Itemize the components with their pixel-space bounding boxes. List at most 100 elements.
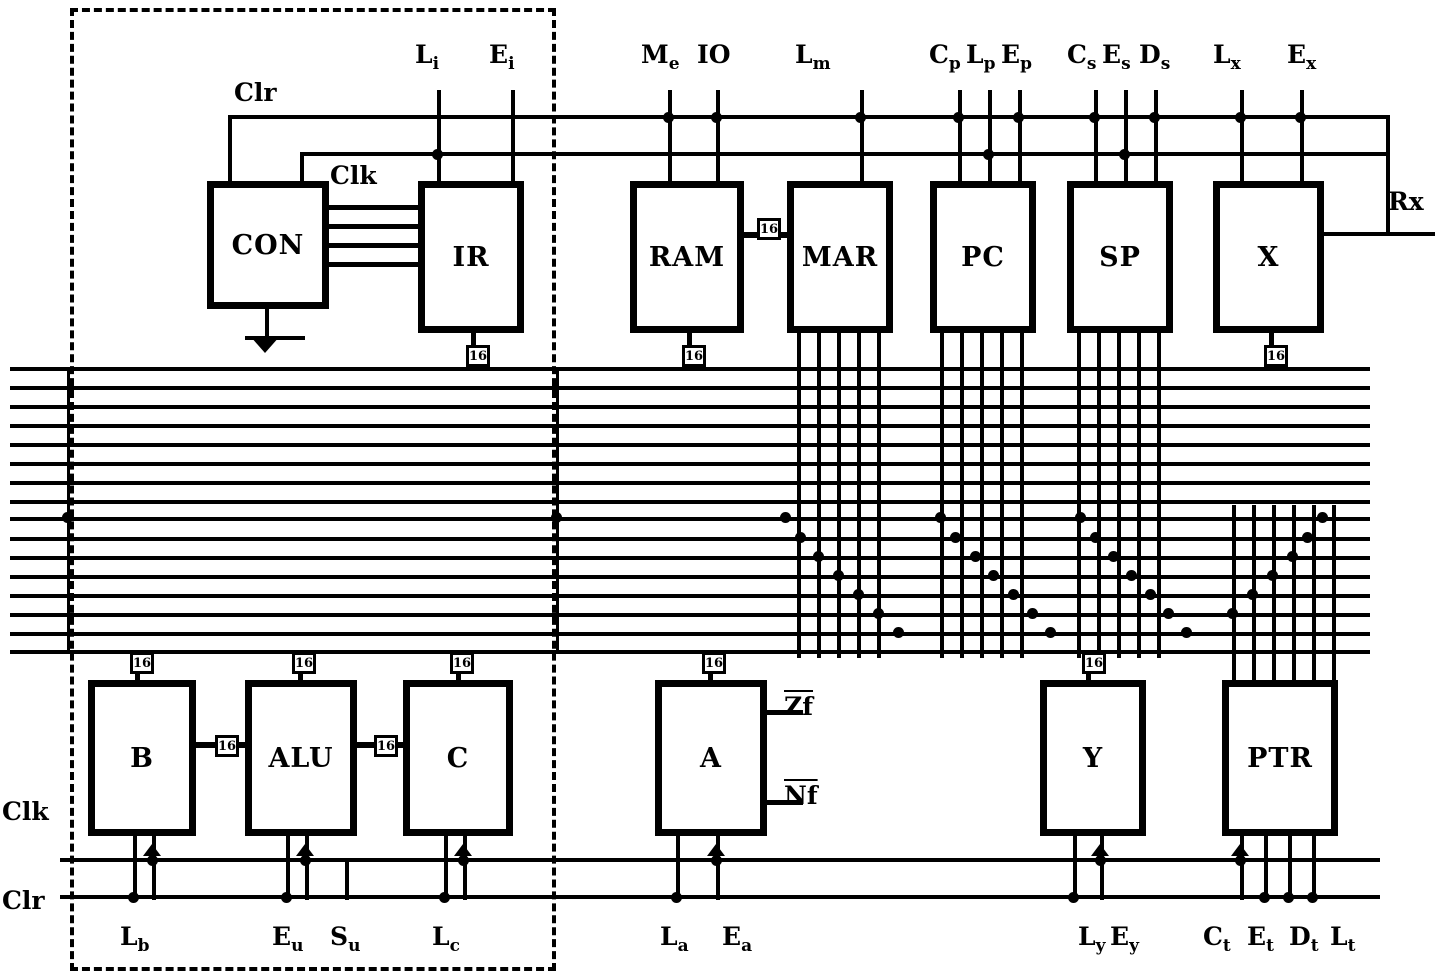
signal-label-lb: Lb (120, 922, 149, 956)
wire-horizontal (1324, 232, 1386, 236)
wire-vertical (716, 90, 720, 181)
signal-subscript: p (983, 54, 996, 74)
signal-label-ei: Ei (489, 40, 515, 74)
wire-vertical (1117, 333, 1121, 658)
signal-base: L (1330, 922, 1348, 951)
wire-horizontal (300, 152, 1388, 156)
block-b[interactable]: B (88, 680, 196, 836)
block-label-c: C (446, 742, 470, 774)
signal-label-ds: Ds (1139, 40, 1170, 74)
clock-arrow (296, 844, 314, 856)
wire-horizontal (10, 386, 1370, 390)
junction-dot (128, 892, 139, 903)
wire-vertical (940, 333, 944, 658)
junction-dot (813, 551, 824, 562)
signal-base: L (1213, 40, 1231, 69)
wire-vertical (1073, 836, 1077, 900)
wire-vertical (958, 90, 962, 181)
clock-arrow (707, 844, 725, 856)
junction-dot (1259, 892, 1270, 903)
block-con[interactable]: CON (207, 181, 329, 309)
wire-vertical (1137, 333, 1141, 658)
junction-dot (671, 892, 682, 903)
block-pc[interactable]: PC (930, 181, 1036, 333)
signal-base: L (415, 40, 433, 69)
wire-horizontal (329, 243, 418, 248)
clock-arrow (454, 844, 472, 856)
block-y[interactable]: Y (1040, 680, 1146, 836)
block-sp[interactable]: SP (1067, 181, 1173, 333)
junction-dot (663, 112, 674, 123)
block-label-pc: PC (961, 241, 1005, 273)
signal-subscript: u (348, 936, 361, 956)
block-ram[interactable]: RAM (630, 181, 744, 333)
block-label-ram: RAM (648, 241, 726, 273)
signal-subscript: b (137, 936, 150, 956)
junction-dot (795, 532, 806, 543)
con-output-arrow (250, 336, 280, 353)
junction-dot (935, 512, 946, 523)
bus-width-tag-a: 16 (702, 652, 726, 674)
block-ir[interactable]: IR (418, 181, 524, 333)
junction-dot (1119, 149, 1130, 160)
wire-vertical (444, 836, 448, 900)
block-a[interactable]: A (655, 680, 767, 836)
wire-horizontal (10, 594, 1370, 598)
wire-vertical (1312, 836, 1316, 900)
block-x[interactable]: X (1213, 181, 1324, 333)
junction-dot (1045, 627, 1056, 638)
junction-dot (1095, 855, 1106, 866)
label-clr-left: Clr (2, 886, 45, 915)
signal-label-lt: Lt (1330, 922, 1355, 956)
wire-horizontal (10, 517, 1370, 521)
junction-dot (1090, 532, 1101, 543)
junction-dot (1181, 627, 1192, 638)
signal-label-ly: Ly (1078, 922, 1105, 956)
wire-vertical (1094, 90, 1098, 181)
signal-label-su: Su (330, 922, 360, 956)
label-clk-left: Clk (2, 797, 49, 826)
wire-horizontal (10, 575, 1370, 579)
signal-subscript: t (1310, 936, 1319, 956)
junction-dot (953, 112, 964, 123)
block-c[interactable]: C (403, 680, 513, 836)
signal-subscript: t (1266, 936, 1274, 956)
signal-subscript: s (1086, 54, 1097, 74)
junction-dot (1317, 512, 1328, 523)
wire-vertical (960, 333, 964, 658)
wire-vertical (857, 333, 861, 658)
label-clk-top: Clk (330, 161, 377, 190)
bus-width-tag-alu: 16 (292, 652, 316, 674)
wire-horizontal (329, 205, 418, 210)
wire-horizontal (10, 443, 1370, 447)
junction-dot (1108, 551, 1119, 562)
wire-horizontal (10, 556, 1370, 560)
signal-base: E (1110, 922, 1130, 951)
junction-dot (711, 855, 722, 866)
wire-vertical (345, 858, 349, 900)
wire-horizontal (10, 367, 1370, 371)
signal-subscript: u (291, 936, 304, 956)
clock-arrow (143, 844, 161, 856)
block-mar[interactable]: MAR (787, 181, 893, 333)
clock-arrow (1091, 844, 1109, 856)
signal-label-ey: Ey (1110, 922, 1139, 956)
signal-base: L (966, 40, 984, 69)
wire-horizontal (60, 895, 1380, 899)
signal-label-io: IO (697, 40, 731, 69)
wire-horizontal (10, 424, 1370, 428)
junction-dot (1008, 589, 1019, 600)
junction-dot (1247, 589, 1258, 600)
wire-vertical (1232, 505, 1236, 685)
block-alu[interactable]: ALU (245, 680, 357, 836)
block-ptr[interactable]: PTR (1222, 680, 1338, 836)
junction-dot (458, 855, 469, 866)
signal-base: D (1289, 922, 1311, 951)
block-label-x: X (1257, 241, 1280, 273)
signal-subscript: y (1095, 936, 1106, 956)
signal-base: E (1247, 922, 1267, 951)
junction-dot (893, 627, 904, 638)
signal-base: E (1001, 40, 1021, 69)
wire-horizontal (329, 262, 418, 267)
signal-label-lc: Lc (432, 922, 460, 956)
